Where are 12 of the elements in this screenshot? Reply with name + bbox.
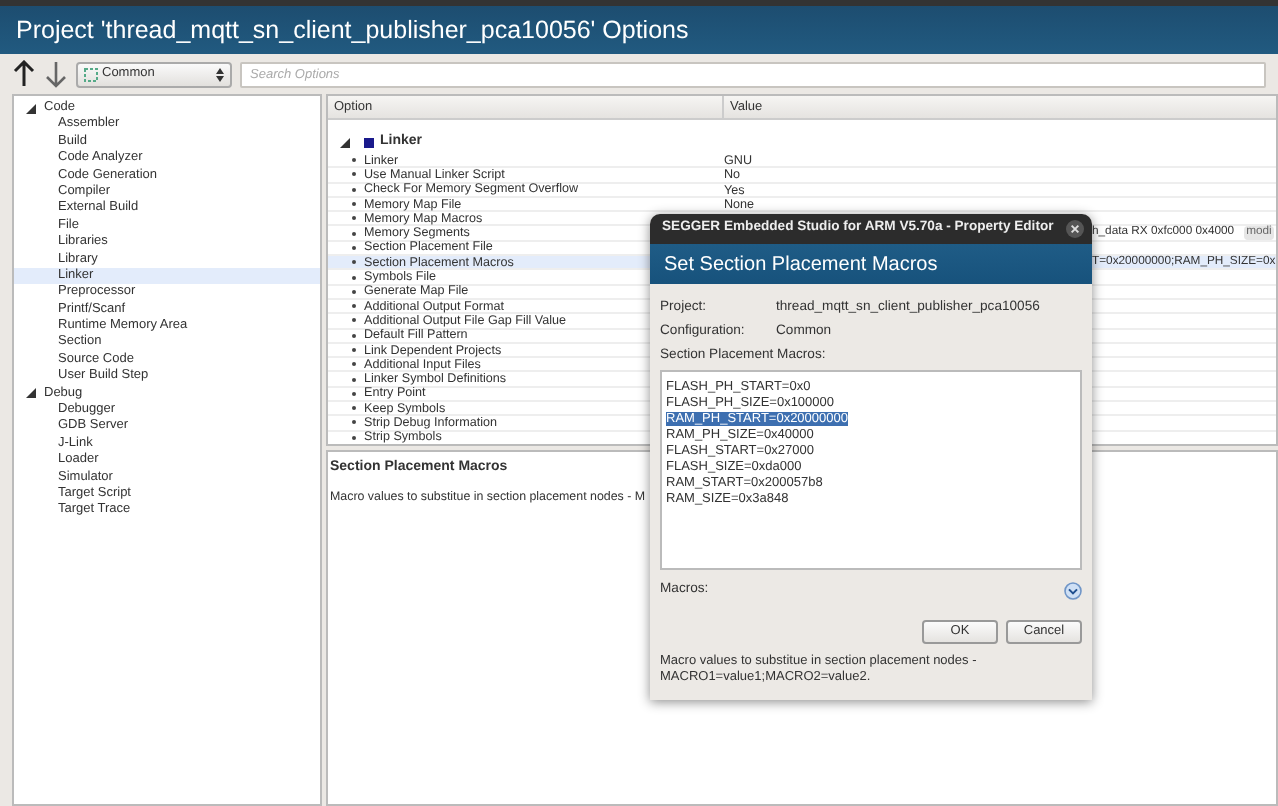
close-button[interactable] xyxy=(1066,220,1084,238)
collapse-icon[interactable] xyxy=(26,388,36,399)
move-up-icon[interactable] xyxy=(12,60,36,88)
window-title: Project 'thread_mqtt_sn_client_publisher_pca10056' Options xyxy=(16,13,689,48)
category-icon xyxy=(364,138,374,148)
move-down-icon[interactable] xyxy=(44,60,68,88)
configuration-icon xyxy=(84,67,98,81)
collapse-icon[interactable] xyxy=(26,103,36,114)
spin-icon xyxy=(216,67,224,81)
expand-icon[interactable] xyxy=(1064,581,1082,599)
collapse-icon[interactable] xyxy=(340,138,350,148)
close-icon xyxy=(1070,224,1080,234)
